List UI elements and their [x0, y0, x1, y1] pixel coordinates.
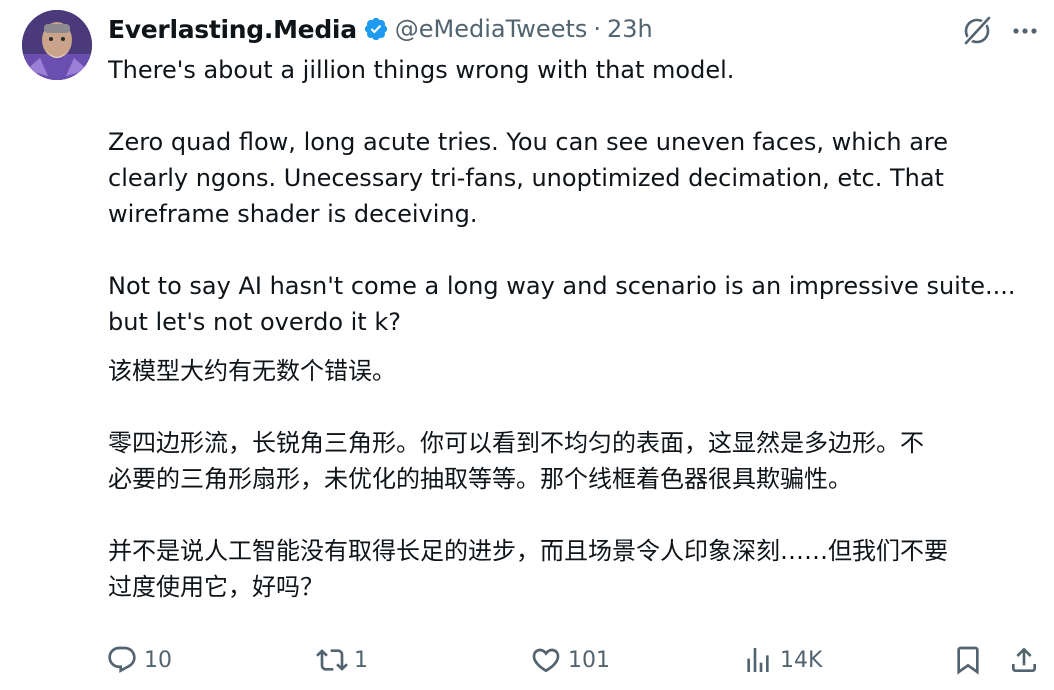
share-button[interactable] [1008, 638, 1040, 682]
handle[interactable]: @eMediaTweets [395, 15, 588, 43]
separator-dot: · [593, 15, 602, 43]
avatar-image [22, 10, 92, 80]
heart-icon [532, 648, 560, 673]
avatar[interactable] [22, 10, 92, 80]
translated-text: 该模型大约有无数个错误。 零四边形流，长锐角三角形。你可以看到不均匀的表面，这显… [108, 353, 1048, 605]
more-icon[interactable] [1008, 14, 1042, 48]
verified-badge-icon [363, 16, 389, 42]
views-button[interactable]: 14K [742, 638, 822, 682]
reply-icon [108, 646, 136, 673]
tweet-line: but let's not overdo it k? [108, 308, 401, 336]
translation-line: 必要的三角形扇形，未优化的抽取等等。那个线框着色器很具欺骗性。 [108, 465, 852, 493]
retweet-button[interactable]: 1 [316, 638, 368, 682]
tweet-header: Everlasting.Media @eMediaTweets · 23h [108, 12, 653, 46]
bookmark-button[interactable] [952, 638, 984, 682]
share-icon [1012, 647, 1036, 672]
translation-line: 零四边形流，长锐角三角形。你可以看到不均匀的表面，这显然是多边形。不 [108, 429, 924, 457]
translation-line: 并不是说人工智能没有取得长足的进步，而且场景令人印象深刻……但我们不要 [108, 537, 948, 565]
views-count: 14K [780, 647, 823, 673]
like-count: 101 [568, 647, 610, 673]
reply-count: 10 [144, 647, 172, 673]
tweet-line: wireframe shader is deceiving. [108, 200, 478, 228]
retweet-icon [316, 649, 348, 671]
grok-icon[interactable] [960, 14, 994, 48]
tweet-line: Zero quad flow, long acute tries. You ca… [108, 128, 949, 156]
retweet-count: 1 [354, 647, 368, 673]
display-name[interactable]: Everlasting.Media [108, 15, 357, 44]
tweet-line: Not to say AI hasn't come a long way and… [108, 272, 1016, 300]
translation-line: 过度使用它，好吗？ [108, 573, 324, 601]
tweet-line: There's about a jillion things wrong wit… [108, 56, 735, 84]
views-chart-icon [747, 648, 769, 672]
tweet-line: clearly ngons. Unecessary tri-fans, unop… [108, 164, 944, 192]
like-button[interactable]: 101 [530, 638, 610, 682]
timestamp[interactable]: 23h [607, 15, 653, 43]
bookmark-icon [957, 646, 979, 675]
reply-button[interactable]: 10 [106, 638, 172, 682]
tweet-text: There's about a jillion things wrong wit… [108, 52, 1044, 340]
translation-line: 该模型大约有无数个错误。 [108, 357, 396, 385]
action-bar: 10 1 101 14K [0, 638, 1054, 682]
